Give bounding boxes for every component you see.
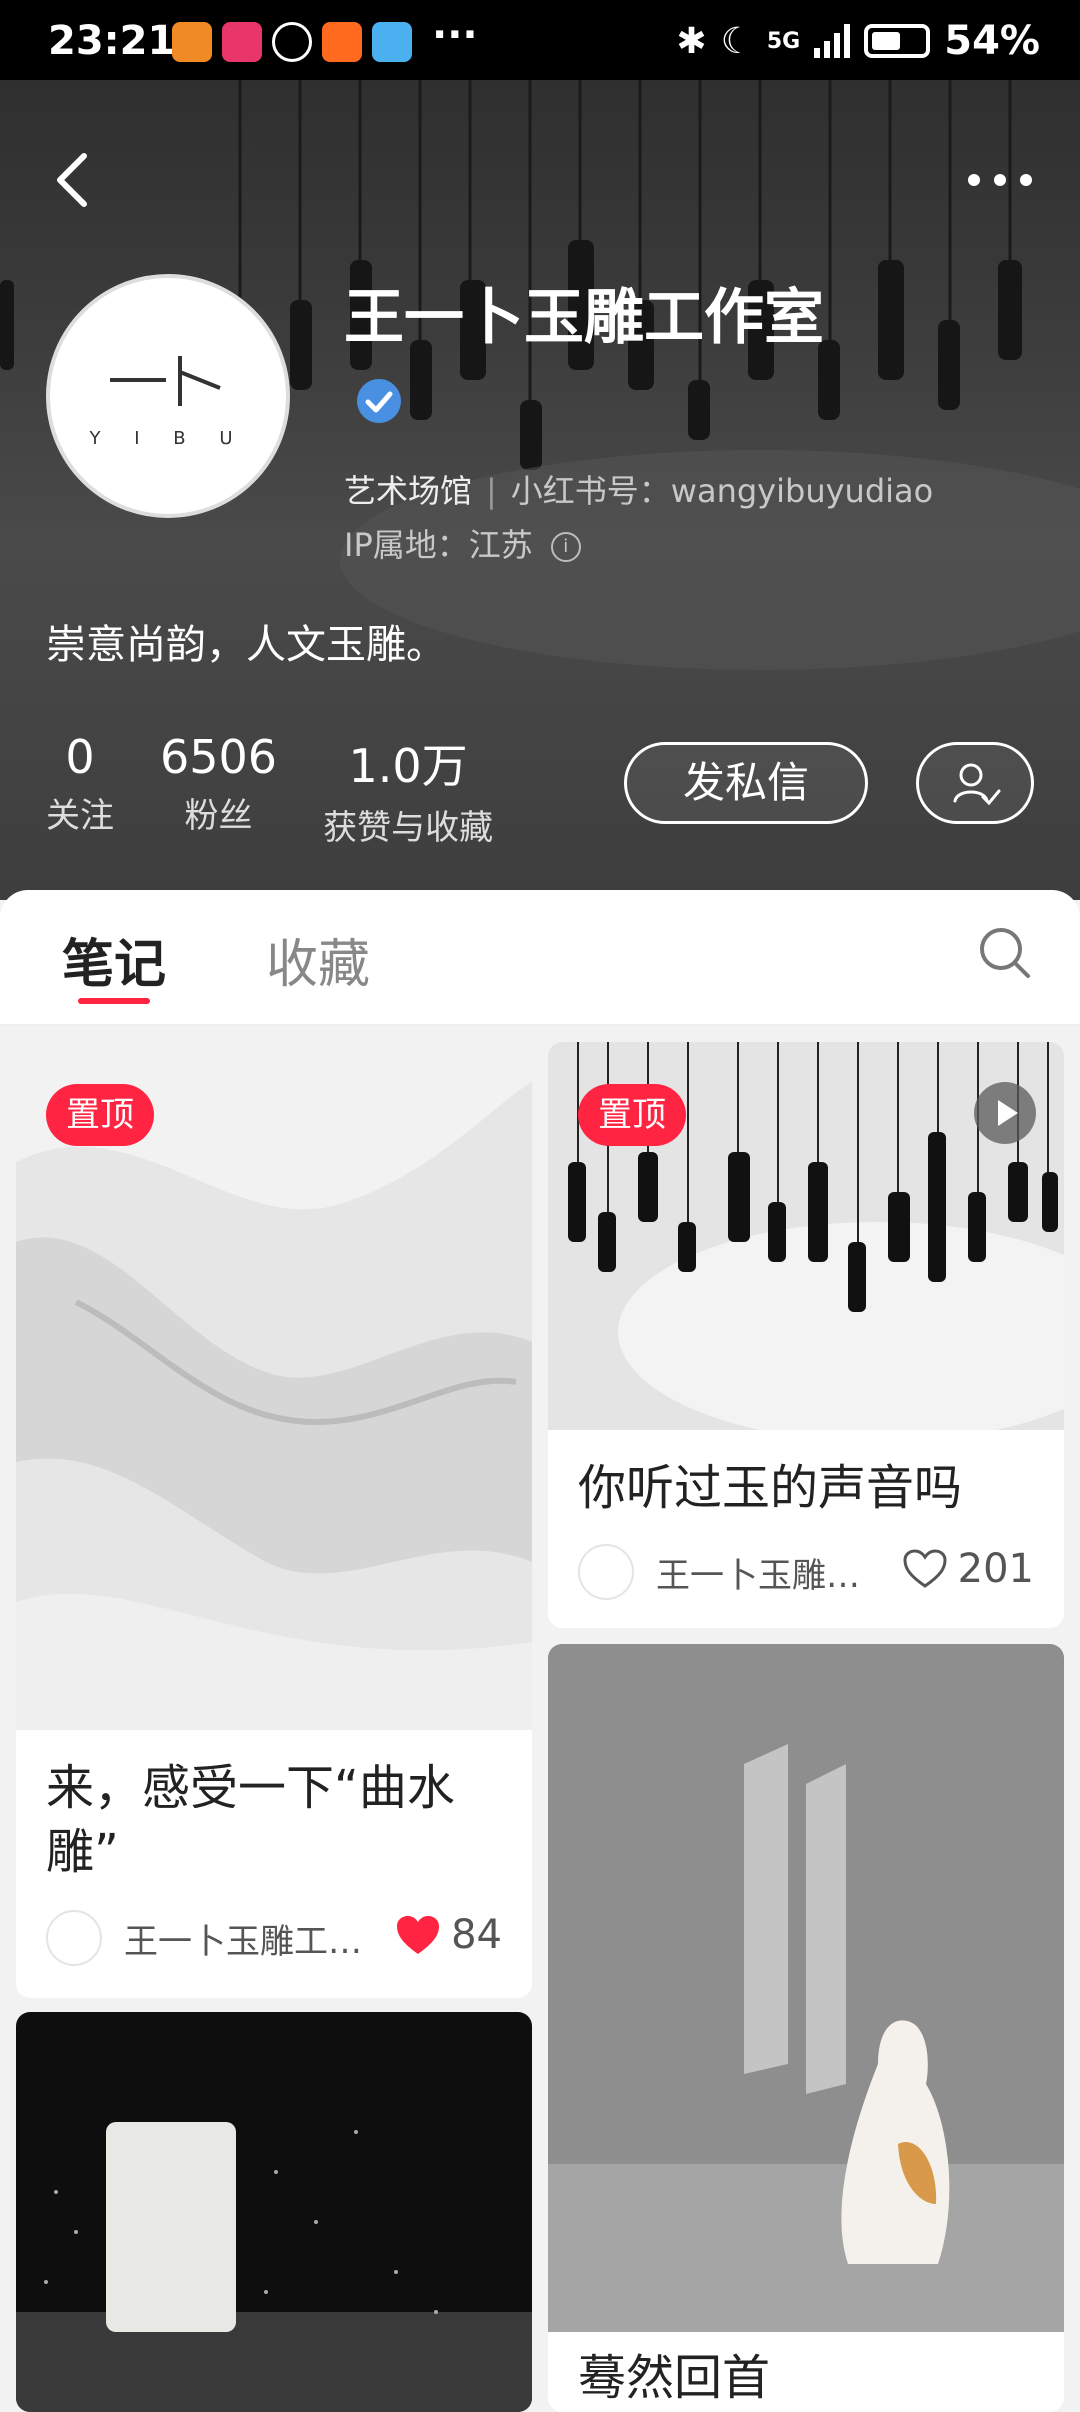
bluetooth-icon: ✱	[676, 20, 707, 62]
author-avatar	[46, 1910, 102, 1966]
like-count: 201	[957, 1546, 1034, 1592]
send-message-button[interactable]: 发私信	[624, 742, 868, 824]
heart-outline-icon	[903, 1549, 947, 1588]
tab-bar: 笔记 收藏	[0, 890, 1080, 1026]
active-tab-indicator	[78, 998, 150, 1004]
likes-count: 1.0万	[348, 739, 468, 793]
followers-label: 粉丝	[184, 796, 253, 836]
yibu-logo	[110, 356, 221, 406]
note-card[interactable]: 置顶 来，感受一下“曲水雕” 王一卜玉雕工… 84	[16, 1042, 532, 1998]
avatar[interactable]: Y I B U	[46, 274, 290, 518]
profile-stats: 0 关注 6506 粉丝 1.0万 获赞与收藏	[46, 730, 493, 849]
note-title: 来，感受一下“曲水雕”	[46, 1760, 455, 1880]
followers-count: 6506	[160, 730, 278, 784]
user-follow-icon	[953, 763, 1001, 806]
author-avatar	[578, 1544, 634, 1600]
likes-label: 获赞与收藏	[323, 808, 494, 848]
note-cover-image	[16, 2012, 532, 2412]
category-label: 艺术场馆	[344, 472, 473, 510]
tab-collections[interactable]: 收藏	[266, 922, 370, 997]
network-type: 5G	[766, 28, 801, 54]
pinned-badge: 置顶	[46, 1084, 154, 1146]
logo-text: Y I B U	[89, 428, 247, 449]
profile-header: 23:21 ··· ✱ ☾ 5G 54% Y I B U 王一卜玉雕工作室 艺术…	[0, 0, 1080, 900]
heart-filled-icon	[397, 1916, 440, 1954]
following-stat[interactable]: 0 关注	[46, 730, 114, 849]
like-count: 84	[451, 1912, 502, 1958]
more-notifications-icon: ···	[432, 12, 478, 58]
back-icon[interactable]	[44, 140, 104, 220]
likes-stat[interactable]: 1.0万 获赞与收藏	[323, 730, 493, 849]
profile-meta: 艺术场馆 | 小红书号：wangyibuyudiao	[344, 472, 934, 510]
profile-name-text: 王一卜玉雕工作室	[344, 283, 824, 353]
note-author[interactable]: 王一卜玉雕工…	[46, 1910, 362, 1966]
ip-location-text: IP属地：江苏	[344, 526, 533, 564]
video-app-icon	[222, 22, 262, 62]
note-card[interactable]: 置顶 你听过玉的声音吗 王一卜玉雕… 201	[548, 1042, 1064, 1628]
account-id: 小红书号：wangyibuyudiao	[510, 472, 934, 510]
info-icon[interactable]: i	[550, 532, 581, 562]
status-bar: 23:21 ··· ✱ ☾ 5G 54%	[0, 0, 1080, 80]
pinned-badge: 置顶	[578, 1084, 686, 1146]
note-card[interactable]	[16, 2012, 532, 2412]
profile-bio: 崇意尚韵，人文玉雕。	[46, 622, 446, 668]
author-name: 王一卜玉雕工…	[124, 1921, 362, 1962]
follow-button[interactable]	[916, 742, 1034, 824]
note-title: 你听过玉的声音吗	[578, 1460, 963, 1516]
app-notification-icon	[172, 22, 212, 62]
like-button[interactable]: 84	[395, 1912, 502, 1958]
author-name: 王一卜玉雕…	[656, 1555, 860, 1596]
ip-location: IP属地：江苏 i	[344, 520, 581, 566]
wechat-icon	[272, 22, 312, 62]
note-title: 蓦然回首	[578, 2350, 771, 2406]
notification-icons	[172, 22, 412, 62]
like-button[interactable]: 201	[902, 1546, 1034, 1592]
verified-icon	[357, 379, 401, 424]
note-cover-image	[548, 1644, 1064, 2332]
followers-stat[interactable]: 6506 粉丝	[160, 730, 277, 849]
battery-percent: 54%	[944, 18, 1040, 64]
profile-name: 王一卜玉雕工作室	[344, 278, 824, 438]
signal-icon	[814, 24, 851, 58]
sports-app-icon	[322, 22, 362, 62]
more-options-icon[interactable]	[960, 160, 1040, 200]
video-play-icon	[974, 1082, 1036, 1144]
battery-icon	[864, 24, 931, 58]
note-card[interactable]: 蓦然回首	[548, 1644, 1064, 2412]
do-not-disturb-icon: ☾	[720, 20, 753, 62]
search-icon[interactable]	[970, 918, 1040, 988]
status-time: 23:21	[48, 18, 176, 64]
weather-app-icon	[372, 22, 412, 62]
following-count: 0	[65, 730, 95, 784]
tab-notes[interactable]: 笔记	[62, 922, 166, 997]
note-author[interactable]: 王一卜玉雕…	[578, 1544, 860, 1600]
following-label: 关注	[46, 796, 114, 836]
